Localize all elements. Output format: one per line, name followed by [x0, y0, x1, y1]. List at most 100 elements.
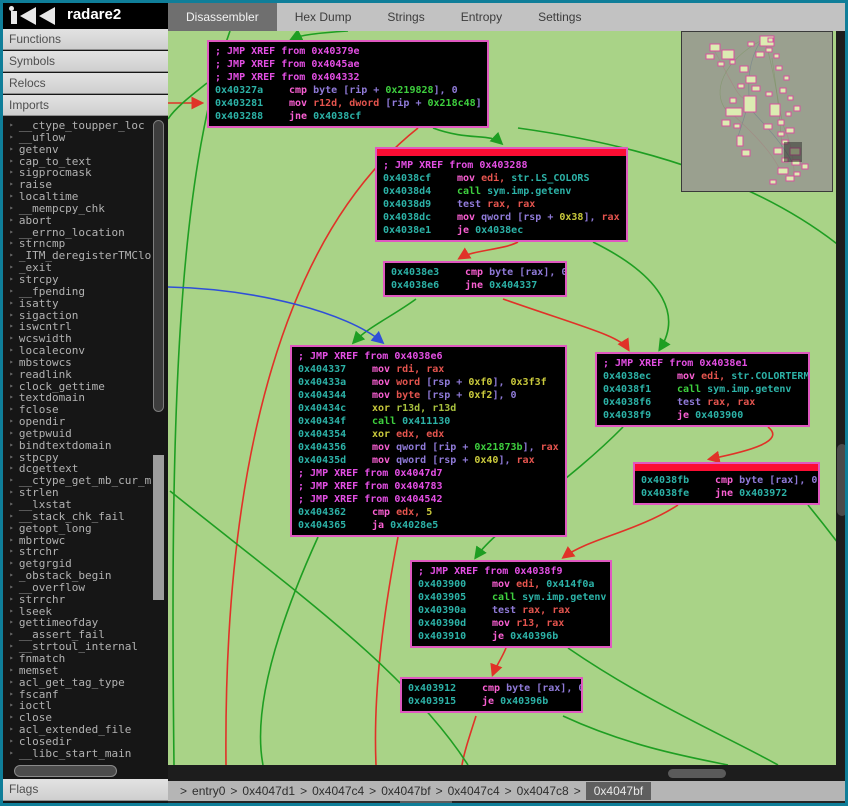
sidebar-import-item[interactable]: ‣iswcntrl [0, 320, 152, 332]
sidebar-section-flags[interactable]: Flags [0, 779, 168, 801]
basic-block-0x403912[interactable]: 0x403912cmp byte [rax], 00x403915je 0x40… [400, 677, 583, 713]
sidebar-section-symbols[interactable]: Symbols [0, 51, 168, 72]
minimap-block [764, 124, 772, 129]
sidebar-import-item[interactable]: ‣cap_to_text [0, 155, 152, 167]
basic-block-0x403900[interactable]: ; JMP XREF from 0x4038f90x403900mov edi,… [410, 560, 612, 648]
sidebar-import-item[interactable]: ‣raise [0, 178, 152, 190]
tab-settings[interactable]: Settings [520, 3, 599, 31]
expand-arrow-icon: ‣ [9, 725, 14, 734]
breadcrumb-item[interactable]: 0x4047c4 [448, 784, 500, 798]
window-hscroll-track[interactable] [168, 801, 845, 806]
sidebar-import-item[interactable]: ‣gettimeofday [0, 616, 152, 628]
basic-block-0x4038ec[interactable]: ; JMP XREF from 0x4038e10x4038ecmov edi,… [595, 352, 810, 427]
sidebar-import-item[interactable]: ‣getenv [0, 143, 152, 155]
sidebar-import-item[interactable]: ‣strncmp [0, 237, 152, 249]
graph-edge-red [710, 427, 773, 459]
sidebar-import-item[interactable]: ‣__libc_start_main [0, 747, 152, 759]
disassembly-graph[interactable]: ; JMP XREF from 0x40379e; JMP XREF from … [168, 31, 836, 765]
sidebar-import-item[interactable]: ‣memset [0, 664, 152, 676]
sidebar-section-relocs[interactable]: Relocs [0, 73, 168, 94]
sidebar-import-item[interactable]: ‣strcpy [0, 273, 152, 285]
sidebar-hscroll-thumb[interactable] [14, 765, 117, 777]
graph-vscroll-thumb[interactable] [837, 444, 847, 516]
expand-arrow-icon: ‣ [9, 204, 14, 213]
tab-entropy[interactable]: Entropy [443, 3, 520, 31]
breadcrumb-item[interactable]: 0x4047c4 [312, 784, 364, 798]
sidebar-import-item[interactable]: ‣__stack_chk_fail [0, 510, 152, 522]
sidebar-vscroll-thumb[interactable] [153, 120, 164, 412]
sidebar-import-item[interactable]: ‣sigaction [0, 309, 152, 321]
sidebar-import-item[interactable]: ‣__assert_fail [0, 628, 152, 640]
sidebar-import-item[interactable]: ‣strchr [0, 545, 152, 557]
sidebar-import-item[interactable]: ‣ioctl [0, 699, 152, 711]
sidebar-import-item[interactable]: ‣isatty [0, 297, 152, 309]
graph-edge-green [593, 242, 669, 349]
sidebar-import-item[interactable]: ‣__overflow [0, 581, 152, 593]
sidebar-import-item[interactable]: ‣abort [0, 214, 152, 226]
sidebar-import-item[interactable]: ‣__ctype_get_mb_cur_max [0, 474, 152, 486]
sidebar-import-item[interactable]: ‣opendir [0, 415, 152, 427]
sidebar-section-functions[interactable]: Functions [0, 29, 168, 50]
sidebar-import-item[interactable]: ‣strrchr [0, 593, 152, 605]
sidebar-vscroll-track[interactable] [153, 455, 164, 600]
basic-block-0x4038fb[interactable]: 0x4038fbcmp byte [rax], 00x4038fejne 0x4… [633, 462, 820, 505]
breadcrumb-item[interactable]: 0x4047c8 [517, 784, 569, 798]
sidebar-import-item[interactable]: ‣getpwuid [0, 427, 152, 439]
sidebar-import-item[interactable]: ‣_ITM_deregisterTMClone [0, 249, 152, 261]
graph-hscroll-track[interactable] [168, 765, 848, 781]
sidebar-import-item[interactable]: ‣wcswidth [0, 332, 152, 344]
sidebar-import-item[interactable]: ‣textdomain [0, 391, 152, 403]
sidebar-import-item[interactable]: ‣_exit [0, 261, 152, 273]
sidebar-import-item[interactable]: ‣__uflow [0, 131, 152, 143]
tab-disassembler[interactable]: Disassembler [168, 3, 277, 31]
sidebar-import-item[interactable]: ‣localtime [0, 190, 152, 202]
breadcrumb-item[interactable]: entry0 [192, 784, 225, 798]
sidebar-import-item[interactable]: ‣readlink [0, 368, 152, 380]
sidebar-import-item[interactable]: ‣lseek [0, 605, 152, 617]
breadcrumb-item[interactable]: 0x4047bf [381, 784, 430, 798]
basic-block-0x4038cf[interactable]: ; JMP XREF from 0x4032880x4038cfmov edi,… [375, 147, 628, 242]
sidebar-import-item[interactable]: ‣clock_gettime [0, 380, 152, 392]
sidebar-import-item[interactable]: ‣__fpending [0, 285, 152, 297]
sidebar-import-item[interactable]: ‣bindtextdomain [0, 439, 152, 451]
sidebar-import-item[interactable]: ‣__strtoul_internal [0, 640, 152, 652]
sidebar-import-item[interactable]: ‣dcgettext [0, 462, 152, 474]
sidebar-import-item[interactable]: ‣fclose [0, 403, 152, 415]
sidebar-import-item[interactable]: ‣fnmatch [0, 652, 152, 664]
sidebar-import-item[interactable]: ‣__errno_location [0, 226, 152, 238]
sidebar-import-item[interactable]: ‣getopt_long [0, 522, 152, 534]
sidebar-import-item[interactable]: ‣__mempcpy_chk [0, 202, 152, 214]
sidebar-import-item[interactable]: ‣getgrgid [0, 557, 152, 569]
minimap-viewport[interactable] [784, 142, 802, 162]
breadcrumb-item[interactable]: 0x4047d1 [242, 784, 295, 798]
basic-block-0x404337[interactable]: ; JMP XREF from 0x4038e60x404337mov rdi,… [290, 345, 567, 537]
sidebar-import-item[interactable]: ‣sigprocmask [0, 166, 152, 178]
breadcrumb-current[interactable]: 0x4047bf [586, 782, 651, 800]
graph-hscroll-thumb[interactable] [668, 769, 726, 778]
tab-hex-dump[interactable]: Hex Dump [277, 3, 370, 31]
window-hscroll-thumb[interactable] [400, 801, 452, 805]
sidebar-import-item[interactable]: ‣close [0, 711, 152, 723]
sidebar-import-item[interactable]: ‣_obstack_begin [0, 569, 152, 581]
sidebar-import-item[interactable]: ‣__ctype_toupper_loc [0, 119, 152, 131]
tab-strings[interactable]: Strings [369, 3, 442, 31]
sidebar-import-item[interactable]: ‣localeconv [0, 344, 152, 356]
sidebar-import-item[interactable]: ‣strlen [0, 486, 152, 498]
basic-block-0x40327a[interactable]: ; JMP XREF from 0x40379e; JMP XREF from … [207, 40, 489, 128]
graph-minimap[interactable] [681, 31, 833, 192]
sidebar-import-item[interactable]: ‣mbrtowc [0, 534, 152, 546]
expand-arrow-icon: ‣ [9, 417, 14, 426]
basic-block-0x4038e3[interactable]: 0x4038e3cmp byte [rax], 00x4038e6jne 0x4… [383, 261, 567, 297]
expand-arrow-icon: ‣ [9, 334, 14, 343]
sidebar-import-item[interactable]: ‣mbstowcs [0, 356, 152, 368]
graph-vscroll-track[interactable] [836, 31, 848, 765]
sidebar-import-item[interactable]: ‣acl_get_tag_type [0, 676, 152, 688]
sidebar-import-item[interactable]: ‣closedir [0, 735, 152, 747]
sidebar-section-imports[interactable]: Imports [0, 95, 168, 116]
expand-arrow-icon: ‣ [9, 192, 14, 201]
sidebar-import-item[interactable]: ‣__lxstat [0, 498, 152, 510]
instruction-line: 0x40433amov word [rsp + 0xf0], 0x3f3f [298, 376, 559, 389]
sidebar-import-item[interactable]: ‣stpcpy [0, 451, 152, 463]
sidebar-import-item[interactable]: ‣acl_extended_file [0, 723, 152, 735]
sidebar-import-item[interactable]: ‣fscanf [0, 688, 152, 700]
